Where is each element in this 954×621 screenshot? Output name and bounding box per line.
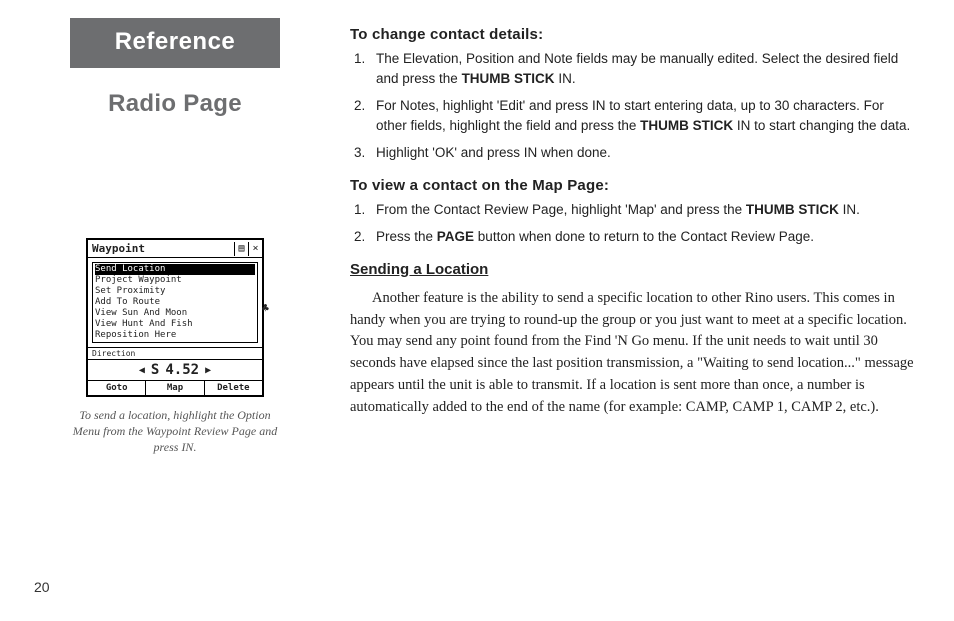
goto-button: Goto: [88, 381, 146, 395]
reference-banner: Reference: [70, 18, 280, 68]
step-item: Highlight 'OK' and press IN when done.: [350, 143, 914, 163]
device-screenshot: Waypoint ▤ × Send Location Project Waypo…: [86, 238, 264, 397]
page-number: 20: [34, 579, 50, 595]
heading-view-contact: To view a contact on the Map Page:: [350, 177, 914, 194]
list-icon: ▤: [234, 242, 248, 256]
step-item: For Notes, highlight 'Edit' and press IN…: [350, 96, 914, 135]
figure-block: Waypoint ▤ × Send Location Project Waypo…: [70, 238, 280, 456]
close-icon: ×: [248, 242, 262, 256]
tree-icon: ♣: [262, 303, 269, 314]
step-item: The Elevation, Position and Note fields …: [350, 49, 914, 88]
heading-sending-location: Sending a Location: [350, 261, 914, 278]
step-item: Press the PAGE button when done to retur…: [350, 227, 914, 247]
menu-item: View Sun And Moon: [95, 308, 255, 319]
direction-label: Direction: [92, 349, 135, 358]
figure-caption: To send a location, highlight the Option…: [70, 407, 280, 456]
content-column: To change contact details: The Elevation…: [350, 22, 914, 418]
menu-item: Send Location: [95, 264, 255, 275]
arrow-left-icon: ◀: [139, 365, 145, 376]
section-title: Radio Page: [70, 90, 280, 118]
menu-item: Reposition Here: [95, 330, 255, 341]
manual-page: Reference Radio Page Waypoint ▤ × Send L…: [0, 0, 954, 621]
steps-view-contact: From the Contact Review Page, highlight …: [350, 200, 914, 247]
menu-item: Add To Route: [95, 297, 255, 308]
step-item: From the Contact Review Page, highlight …: [350, 200, 914, 220]
delete-button: Delete: [205, 381, 262, 395]
menu-item: Set Proximity: [95, 286, 255, 297]
device-buttons: Goto Map Delete: [88, 380, 262, 395]
device-titlebar: Waypoint ▤ ×: [88, 240, 262, 258]
compass-letter: S: [151, 362, 159, 378]
arrow-right-icon: ▶: [205, 365, 211, 376]
body-paragraph: Another feature is the ability to send a…: [350, 288, 914, 419]
device-title: Waypoint: [88, 240, 234, 257]
left-column: Reference Radio Page Waypoint ▤ × Send L…: [70, 18, 280, 456]
menu-item: View Hunt And Fish: [95, 319, 255, 330]
steps-change-contact: The Elevation, Position and Note fields …: [350, 49, 914, 163]
map-button: Map: [146, 381, 204, 395]
compass-row: ◀ S 4.52 ▶: [88, 360, 262, 380]
compass-value: 4.52: [165, 362, 199, 378]
menu-item: Project Waypoint: [95, 275, 255, 286]
direction-row: Direction: [88, 347, 262, 360]
option-menu: Send Location Project Waypoint Set Proxi…: [92, 262, 258, 343]
heading-change-contact: To change contact details:: [350, 26, 914, 43]
